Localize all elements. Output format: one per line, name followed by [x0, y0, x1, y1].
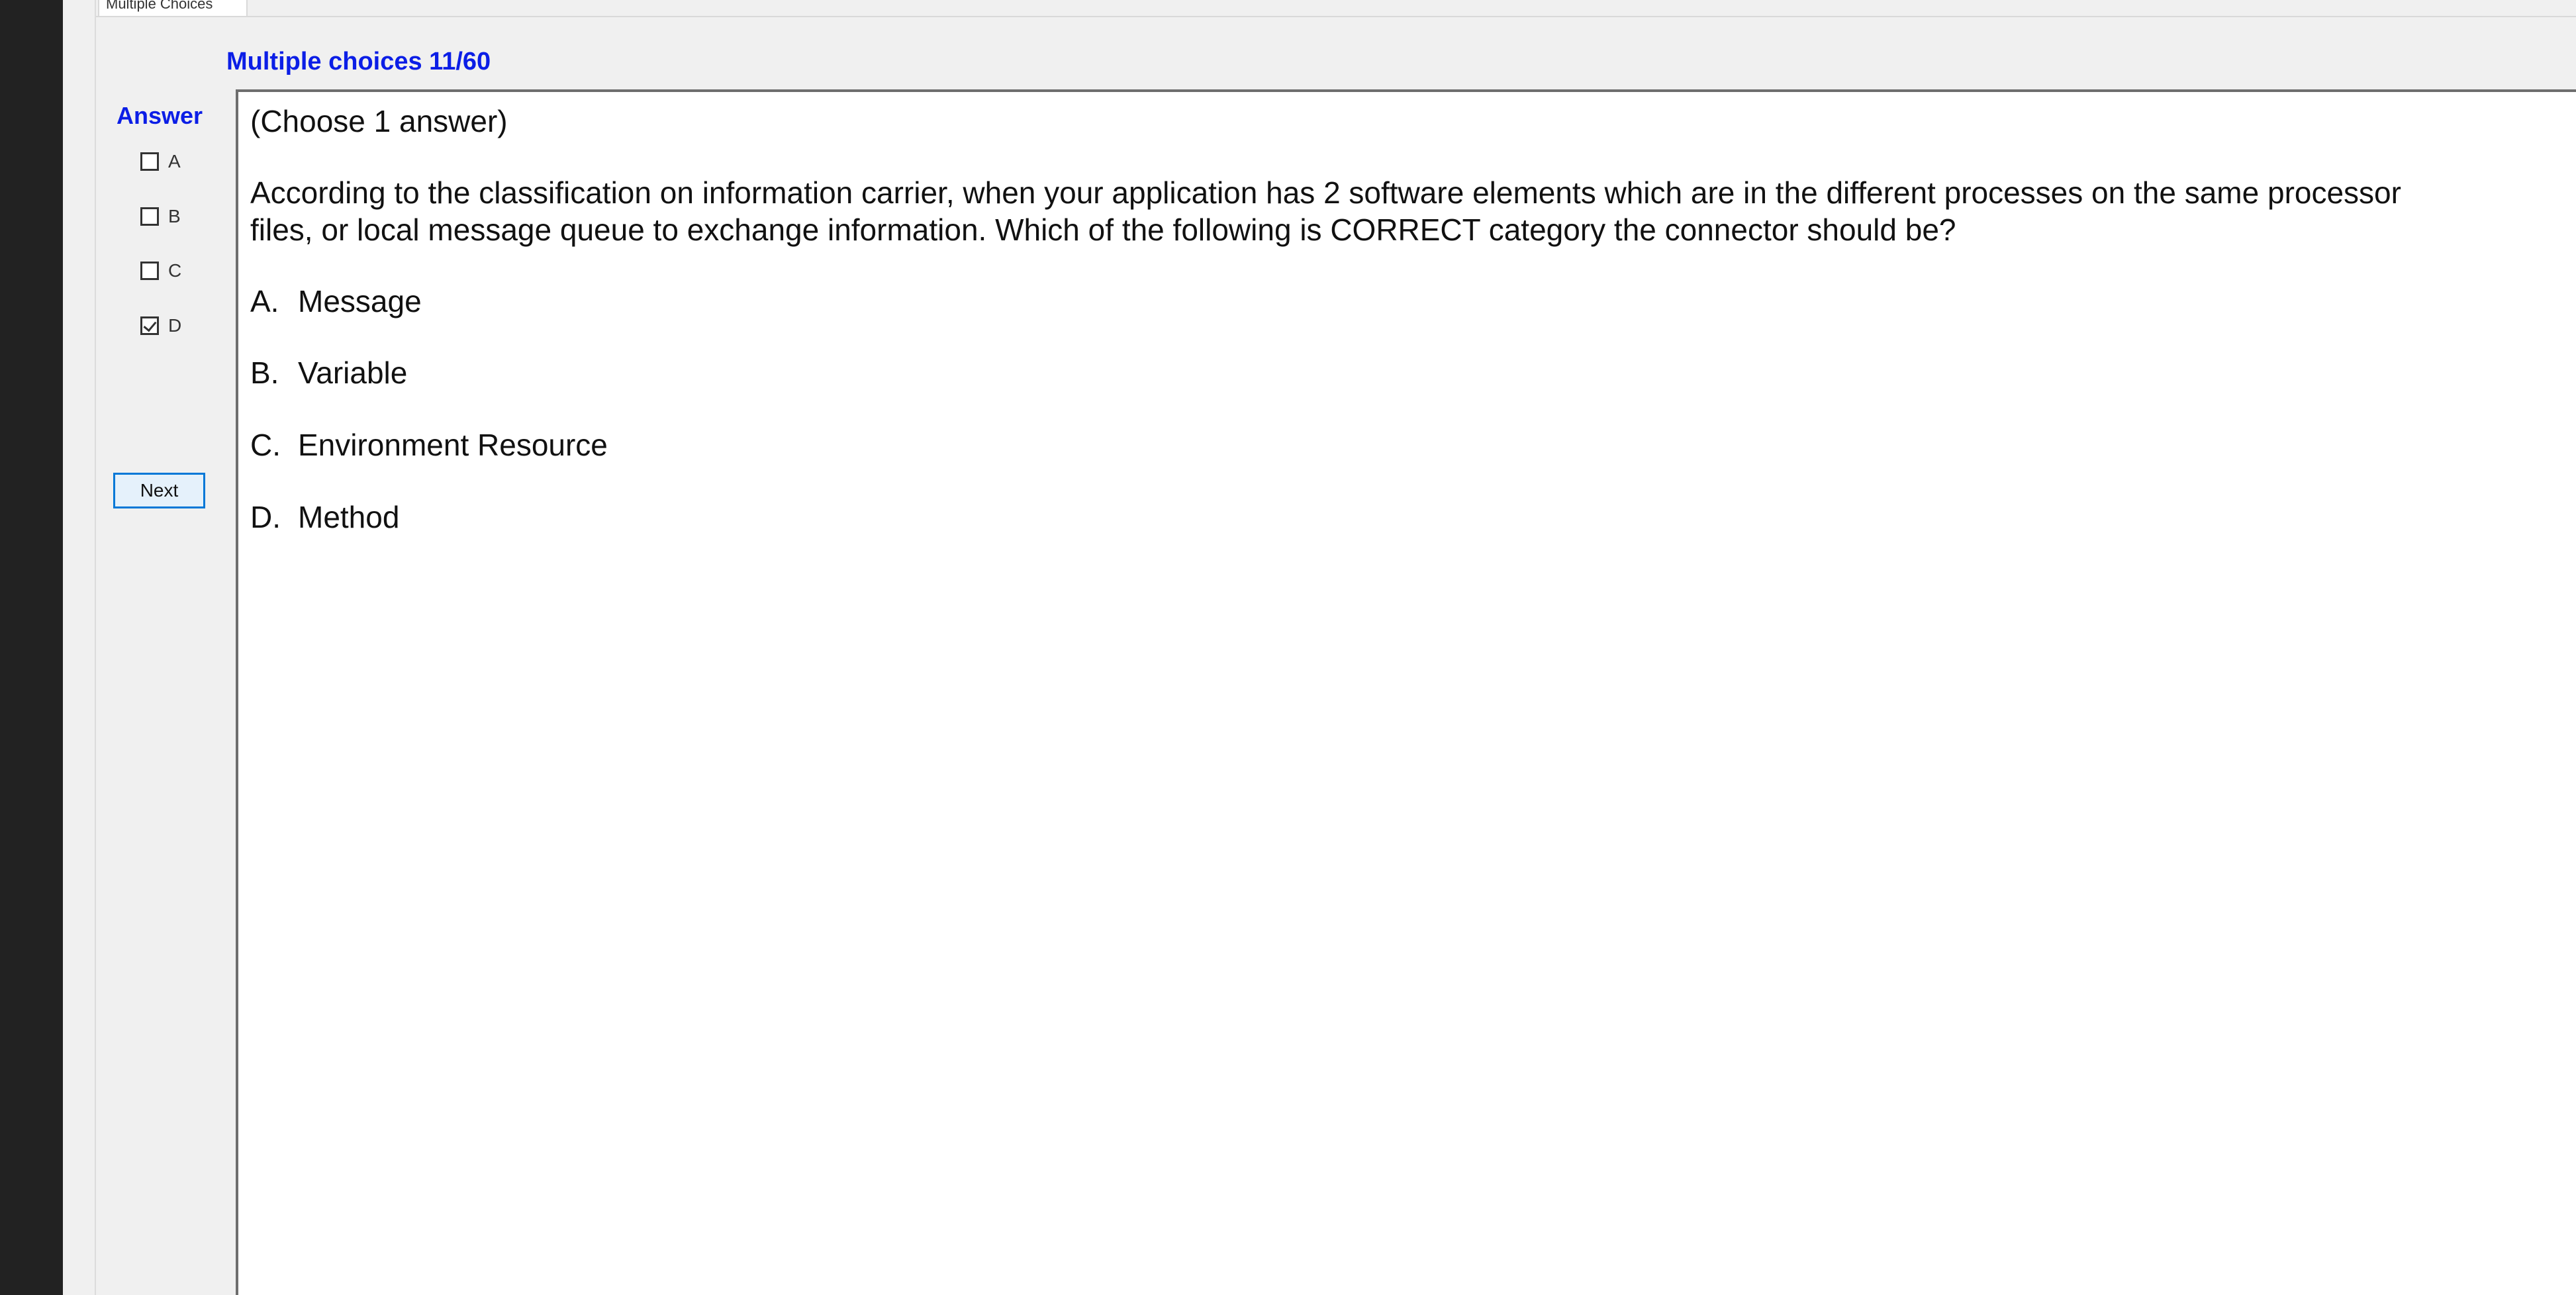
checkbox-a[interactable]: [140, 152, 159, 171]
choice-d-text: Method: [298, 500, 400, 534]
choice-a-text: Message: [298, 284, 422, 318]
choice-a: A. Message: [250, 283, 422, 320]
answer-option-c-label: C: [168, 260, 182, 281]
answer-option-a[interactable]: A: [140, 150, 181, 173]
next-button[interactable]: Next: [113, 473, 205, 508]
answer-option-d[interactable]: D: [140, 314, 181, 338]
answer-label: Answer: [117, 102, 203, 129]
choice-b: B. Variable: [250, 354, 407, 391]
answer-option-c[interactable]: C: [140, 259, 181, 283]
exam-window: Multiple Choices Multiple choices 11/60 …: [0, 0, 2576, 1295]
choice-d: D. Method: [250, 499, 399, 536]
answer-option-a-label: A: [168, 151, 181, 171]
answer-option-d-label: D: [168, 315, 182, 336]
answer-option-b-label: B: [168, 206, 181, 226]
question-instruction: (Choose 1 answer): [250, 104, 508, 138]
outer-frame: [63, 0, 96, 1295]
left-dark-margin: [0, 0, 63, 1295]
choice-a-letter: A.: [250, 284, 279, 318]
question-text-line-1: According to the classification on infor…: [250, 175, 2401, 210]
choice-d-letter: D.: [250, 500, 281, 534]
checkbox-d[interactable]: [140, 316, 159, 335]
question-panel: (Choose 1 answer) According to the class…: [236, 89, 2576, 1295]
answer-option-b[interactable]: B: [140, 205, 181, 228]
choice-c-text: Environment Resource: [298, 428, 608, 462]
tab-strip: [96, 0, 2576, 17]
choice-b-text: Variable: [298, 356, 408, 390]
choice-c: C. Environment Resource: [250, 426, 608, 463]
choice-b-letter: B.: [250, 356, 279, 390]
question-text-line-2: files, or local message queue to exchang…: [250, 213, 1956, 247]
checkbox-b[interactable]: [140, 207, 159, 226]
page-title: Multiple choices 11/60: [226, 48, 491, 75]
tab-multiple-choices[interactable]: Multiple Choices: [98, 0, 248, 17]
checkbox-c[interactable]: [140, 262, 159, 280]
choice-c-letter: C.: [250, 428, 281, 462]
